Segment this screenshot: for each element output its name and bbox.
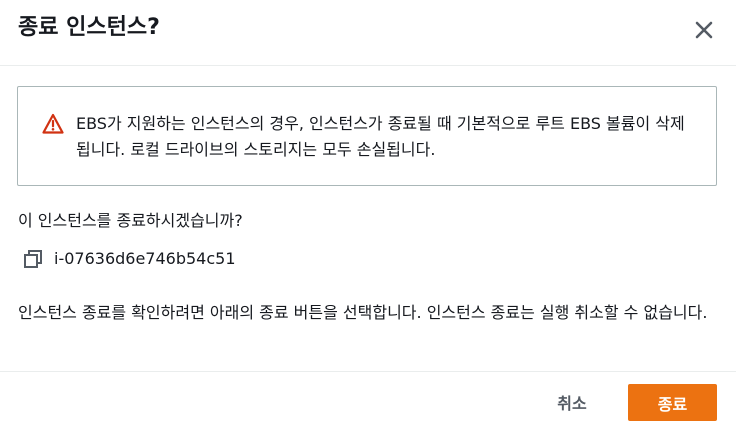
dialog-title: 종료 인스턴스? bbox=[18, 15, 160, 40]
instance-row: i-07636d6e746b54c51 bbox=[22, 245, 236, 273]
warning-alert: EBS가 지원하는 인스턴스의 경우, 인스턴스가 종료될 때 기본적으로 루트… bbox=[17, 86, 717, 186]
copy-instance-id-button[interactable] bbox=[22, 248, 44, 270]
terminate-instance-dialog: 종료 인스턴스? EBS가 지원하는 인스턴스의 경우, 인스턴스가 종료될 때… bbox=[0, 0, 736, 428]
warning-triangle-icon bbox=[42, 113, 64, 135]
terminate-button[interactable]: 종료 bbox=[628, 384, 717, 421]
instance-id: i-07636d6e746b54c51 bbox=[54, 249, 236, 268]
copy-icon bbox=[22, 250, 44, 273]
dialog-footer: 취소 종료 bbox=[0, 371, 736, 428]
cancel-button[interactable]: 취소 bbox=[538, 384, 606, 420]
dialog-header: 종료 인스턴스? bbox=[0, 0, 736, 66]
confirmation-question: 이 인스턴스를 종료하시겠습니까? bbox=[18, 211, 243, 230]
close-button[interactable] bbox=[690, 16, 718, 44]
close-icon bbox=[690, 21, 718, 47]
alert-message: EBS가 지원하는 인스턴스의 경우, 인스턴스가 종료될 때 기본적으로 루트… bbox=[76, 114, 685, 159]
confirmation-instructions: 인스턴스 종료를 확인하려면 아래의 종료 버튼을 선택합니다. 인스턴스 종료… bbox=[18, 303, 708, 322]
